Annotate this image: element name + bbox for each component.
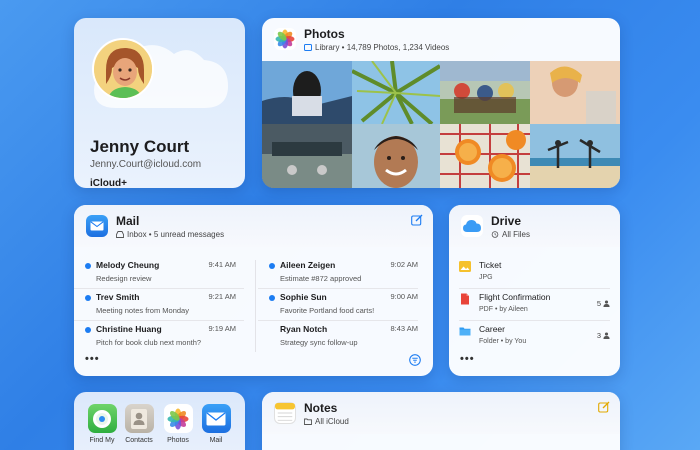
- library-icon: [304, 44, 312, 51]
- mail-subject: Pitch for book club next month?: [96, 338, 202, 347]
- mail-time: 9:41 AM: [208, 260, 236, 269]
- find-my-icon: [87, 404, 117, 433]
- mail-card[interactable]: Mail Inbox • 5 unread messages Melody Ch…: [74, 205, 433, 376]
- drive-title: Drive: [491, 214, 522, 228]
- notes-subtitle: All iCloud: [315, 417, 349, 426]
- mail-item[interactable]: Christine Huang Pitch for book club next…: [74, 321, 244, 353]
- photo-thumbnail[interactable]: [262, 61, 352, 124]
- more-button[interactable]: •••: [85, 353, 100, 365]
- photos-icon: [274, 28, 296, 50]
- unread-dot: [85, 327, 91, 333]
- pdf-file-icon: [461, 293, 469, 305]
- photos-icon: [163, 404, 193, 433]
- icloud-drive-icon: [461, 215, 483, 237]
- plan-label: iCloud+: [90, 178, 127, 188]
- mail-list-left: Melody Cheung Redesign review 9:41 AM Tr…: [74, 257, 244, 353]
- mail-time: 8:43 AM: [390, 324, 418, 333]
- compose-icon[interactable]: [598, 401, 610, 413]
- app-contacts[interactable]: Contacts: [124, 404, 154, 444]
- drive-file-item[interactable]: Ticket JPG: [459, 257, 610, 289]
- inbox-icon: [116, 231, 124, 238]
- folder-icon: [304, 418, 312, 425]
- person-icon: [603, 300, 610, 307]
- mail-icon: [201, 404, 231, 433]
- mail-item[interactable]: Ryan Notch Strategy sync follow-up 8:43 …: [258, 321, 418, 353]
- file-meta: Folder • by You: [479, 338, 527, 345]
- unread-dot: [269, 295, 275, 301]
- mail-subject: Favorite Portland food carts!: [280, 306, 375, 315]
- notes-card[interactable]: Notes All iCloud: [262, 392, 620, 450]
- file-meta: JPG: [479, 274, 493, 281]
- filter-icon[interactable]: [409, 354, 421, 366]
- unread-dot: [85, 295, 91, 301]
- app-mail[interactable]: Mail: [201, 404, 231, 444]
- photo-thumbnail[interactable]: [262, 124, 352, 188]
- app-label: Mail: [209, 437, 223, 444]
- app-label: Photos: [167, 437, 189, 444]
- image-file-icon: [459, 261, 471, 272]
- share-count-value: 5: [596, 299, 601, 308]
- mail-list-right: Aileen Zeigen Estimate #872 approved 9:0…: [258, 257, 418, 353]
- mail-time: 9:00 AM: [390, 292, 418, 301]
- drive-file-item[interactable]: Career Folder • by You 3: [459, 321, 610, 353]
- mail-item[interactable]: Melody Cheung Redesign review 9:41 AM: [74, 257, 244, 289]
- mail-time: 9:21 AM: [208, 292, 236, 301]
- share-count: 5: [597, 299, 610, 308]
- mail-item[interactable]: Trev Smith Meeting notes from Monday 9:2…: [74, 289, 244, 321]
- photo-thumbnail[interactable]: [530, 124, 620, 188]
- apps-card: Find My Contacts Photos Mail: [74, 392, 245, 450]
- mail-time: 9:19 AM: [208, 324, 236, 333]
- contacts-icon: [124, 404, 154, 433]
- more-button[interactable]: •••: [460, 353, 475, 365]
- mail-subtitle: Inbox • 5 unread messages: [127, 230, 225, 239]
- unread-dot: [85, 263, 91, 269]
- avatar[interactable]: [92, 38, 154, 100]
- app-label: Find My: [89, 437, 115, 444]
- mail-subject: Meeting notes from Monday: [96, 306, 189, 315]
- column-divider: [255, 260, 256, 352]
- photo-thumbnail[interactable]: [440, 61, 530, 124]
- photo-thumbnail[interactable]: [352, 124, 440, 188]
- app-label: Contacts: [125, 437, 153, 444]
- profile-card[interactable]: Jenny Court Jenny.Court@icloud.com iClou…: [74, 18, 245, 188]
- photo-thumbnail[interactable]: [530, 61, 620, 124]
- photo-thumbnail[interactable]: [440, 124, 530, 188]
- photo-thumbnail[interactable]: [352, 61, 440, 124]
- unread-dot: [269, 263, 275, 269]
- app-find-my[interactable]: Find My: [87, 404, 117, 444]
- photo-grid: [262, 61, 620, 188]
- mail-time: 9:02 AM: [390, 260, 418, 269]
- share-count-value: 3: [596, 331, 601, 340]
- drive-file-item[interactable]: Flight Confirmation PDF • by Aileen 5: [459, 289, 610, 321]
- file-name: Career: [479, 324, 505, 334]
- clock-icon: [491, 231, 499, 238]
- drive-card[interactable]: Drive All Files Ticket JPG Flight Confir…: [449, 205, 620, 376]
- profile-name: Jenny Court: [90, 137, 190, 156]
- file-name: Ticket: [479, 260, 502, 270]
- file-meta: PDF • by Aileen: [479, 306, 528, 313]
- photos-card[interactable]: Photos Library • 14,789 Photos, 1,234 Vi…: [262, 18, 620, 188]
- photos-title: Photos: [304, 27, 345, 41]
- photos-subtitle: Library • 14,789 Photos, 1,234 Videos: [315, 43, 450, 52]
- folder-icon: [459, 327, 471, 336]
- app-photos[interactable]: Photos: [163, 404, 193, 444]
- file-name: Flight Confirmation: [479, 292, 551, 302]
- mail-title: Mail: [116, 214, 140, 228]
- mail-item[interactable]: Sophie Sun Favorite Portland food carts!…: [258, 289, 418, 321]
- person-icon: [603, 332, 610, 339]
- mail-subject: Strategy sync follow-up: [280, 338, 358, 347]
- mail-subject: Estimate #872 approved: [280, 274, 362, 283]
- mail-item[interactable]: Aileen Zeigen Estimate #872 approved 9:0…: [258, 257, 418, 289]
- compose-icon[interactable]: [411, 214, 423, 226]
- notes-title: Notes: [304, 401, 338, 415]
- profile-email: Jenny.Court@icloud.com: [90, 159, 202, 170]
- share-count: 3: [597, 331, 610, 340]
- notes-icon: [274, 402, 296, 424]
- drive-subtitle: All Files: [502, 230, 531, 239]
- mail-icon: [86, 215, 108, 237]
- mail-subject: Redesign review: [96, 274, 152, 283]
